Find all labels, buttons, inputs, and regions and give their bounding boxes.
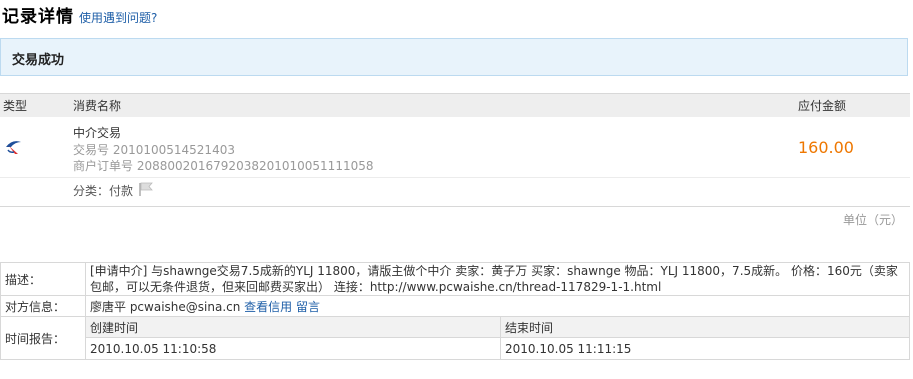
party-info: 廖唐平 pcwaishe@sina.cn 查看信用 留言 — [85, 295, 910, 317]
page-title: 记录详情 — [2, 7, 74, 27]
desc-row: 描述： [申请中介] 与shawnge交易7.5成新的YLJ 11800，请版主… — [0, 262, 910, 296]
flag-icon[interactable] — [138, 182, 154, 196]
time-value-row: 2010.10.05 11:10:58 2010.10.05 11:11:15 — [1, 337, 910, 360]
ended-header: 结束时间 — [500, 316, 910, 338]
ended-value: 2010.10.05 11:11:15 — [500, 337, 910, 360]
details-table: 描述： [申请中介] 与shawnge交易7.5成新的YLJ 11800，请版主… — [0, 262, 910, 360]
merchant-order-number: 商户订单号 2088002016792038201010051111058 — [73, 159, 374, 173]
party-label: 对方信息： — [0, 295, 86, 317]
header-name: 消费名称 — [73, 99, 122, 113]
leave-message-link[interactable]: 留言 — [296, 300, 320, 314]
unit-label: 单位（元） — [843, 213, 904, 227]
help-link[interactable]: 使用遇到问题? — [79, 9, 157, 26]
escrow-trade-icon — [6, 141, 21, 154]
category-label: 分类：付款 — [73, 184, 134, 198]
time-header-row: 时间报告： 创建时间 结束时间 — [0, 316, 910, 360]
view-credit-link[interactable]: 查看信用 — [244, 300, 292, 314]
header-type: 类型 — [3, 99, 28, 113]
trade-name: 中介交易 — [73, 126, 122, 140]
status-banner — [0, 38, 908, 76]
status-text: 交易成功 — [12, 53, 65, 68]
desc-label: 描述： — [0, 262, 86, 296]
created-header: 创建时间 — [85, 316, 501, 338]
row-divider — [0, 177, 910, 178]
desc-text: [申请中介] 与shawnge交易7.5成新的YLJ 11800，请版主做个中介… — [85, 262, 910, 296]
created-value: 2010.10.05 11:10:58 — [85, 337, 501, 360]
header-amount: 应付金额 — [798, 99, 847, 113]
time-label: 时间报告： — [0, 316, 86, 360]
party-name: 廖唐平 pcwaishe@sina.cn — [90, 299, 241, 314]
table-header — [0, 93, 910, 117]
trade-number: 交易号 2010100514521403 — [73, 143, 235, 157]
amount-value: 160.00 — [798, 138, 854, 157]
party-row: 对方信息： 廖唐平 pcwaishe@sina.cn 查看信用 留言 — [0, 295, 910, 317]
